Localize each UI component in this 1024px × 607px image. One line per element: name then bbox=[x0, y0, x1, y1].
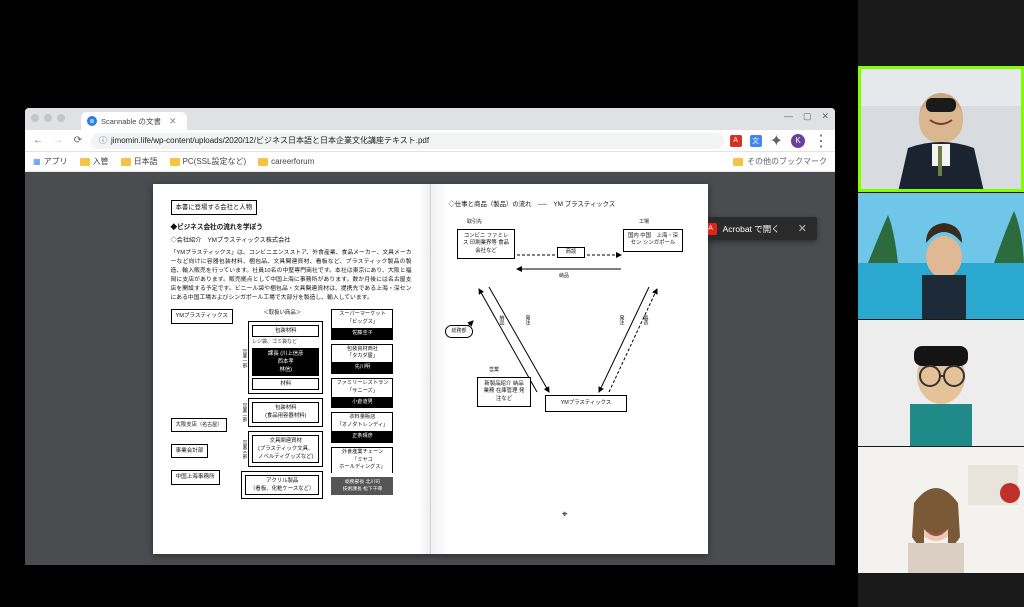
org-dept-box: 事業会計部 bbox=[171, 444, 209, 458]
edge-label: 製造 bbox=[641, 315, 649, 325]
folder-icon bbox=[121, 158, 131, 166]
participant-tile[interactable] bbox=[858, 320, 1024, 446]
org-office-box: 中国上海事務所 bbox=[171, 470, 220, 484]
participant-video-1 bbox=[858, 66, 1024, 192]
folder-icon bbox=[258, 158, 268, 166]
folder-icon bbox=[170, 158, 180, 166]
participants-panel bbox=[858, 0, 1024, 607]
org-chart: YMプラスティックス 大阪支店（名古屋） 事業会計部 中国上海事務所 ＜取扱い商… bbox=[171, 309, 412, 499]
window-maximize-icon[interactable]: ▢ bbox=[803, 111, 812, 122]
company-paragraph: 「YMプラスティックス」は、コンビニエンスストア、外食産業、食品メーカー、文具メ… bbox=[171, 249, 412, 303]
company-intro-line: ◇会社紹介 YMプラスティックス株式会社 bbox=[171, 236, 412, 245]
extensions-menu-icon[interactable]: ✦ bbox=[770, 131, 783, 151]
folder-icon bbox=[733, 158, 743, 166]
toolbar-extensions: A 文 ✦ K ⋮ bbox=[730, 131, 829, 151]
org-branch-box: 大阪支店（名古屋） bbox=[171, 418, 228, 433]
acrobat-chip-label: Acrobat で開く bbox=[723, 223, 780, 235]
folder-icon bbox=[80, 158, 90, 166]
box-header: 営業 bbox=[489, 367, 499, 375]
box-header: 取引先 bbox=[467, 219, 482, 227]
other-bookmarks-button[interactable]: その他のブックマーク bbox=[733, 156, 827, 167]
edge-label: 納品 bbox=[559, 273, 569, 281]
forward-button[interactable]: → bbox=[51, 134, 65, 148]
participant-video-2 bbox=[858, 193, 1024, 319]
section-header-box: 本書に登場する会社と人物 bbox=[171, 200, 258, 216]
browser-toolbar: ← → ⟳ ⓘ jimomin.life/wp-content/uploads/… bbox=[25, 130, 835, 152]
address-bar[interactable]: ⓘ jimomin.life/wp-content/uploads/2020/1… bbox=[91, 133, 724, 149]
flow-box-clients: コンビニ ファミレス 印刷業界等 食品会社など bbox=[457, 229, 515, 259]
flow-box-negotiation: 商談 bbox=[557, 247, 585, 258]
bookmark-folder[interactable]: 入管 bbox=[80, 156, 109, 167]
bookmark-folder[interactable]: careerforum bbox=[258, 157, 314, 166]
site-info-icon[interactable]: ⓘ bbox=[99, 135, 107, 146]
edge-label: 発注 bbox=[523, 315, 531, 325]
url-text: jimomin.life/wp-content/uploads/2020/12/… bbox=[111, 135, 429, 146]
shared-screen-area: ⊛ Scannable の文書 ✕ — ▢ ✕ ← → ⟳ ⓘ jimomin.… bbox=[0, 0, 858, 607]
pdf-viewer[interactable]: A Acrobat で開く ✕ 本書に登場する会社と人物 ◆ビジネス会社の流れを… bbox=[25, 172, 835, 565]
pdf-page-spread: 本書に登場する会社と人物 ◆ビジネス会社の流れを学ぼう ◇会社紹介 YMプラステ… bbox=[153, 184, 708, 554]
profile-avatar-icon[interactable]: K bbox=[791, 134, 805, 148]
bookmark-folder[interactable]: PC(SSL設定など) bbox=[170, 156, 247, 167]
box-header: 工場 bbox=[639, 219, 649, 227]
pdf-right-page: ◇仕事と商品（製品）の流れ ── YM プラスティックス bbox=[431, 184, 708, 554]
flow-box-sales: 新製品紹介 納品業務 在庫管理 発注など bbox=[477, 377, 531, 407]
bookmark-folder[interactable]: 日本語 bbox=[121, 156, 158, 167]
section-subtitle: ◆ビジネス会社の流れを学ぼう bbox=[171, 223, 412, 233]
flow-box-factories: 国内 中国 上海・深セン シンガポール bbox=[623, 229, 683, 252]
flow-title: ◇仕事と商品（製品）の流れ ── YM プラスティックス bbox=[449, 200, 690, 210]
tab-title: Scannable の文書 bbox=[101, 116, 161, 127]
apps-button[interactable]: ▦アプリ bbox=[33, 156, 68, 167]
products-heading: ＜取扱い商品＞ bbox=[241, 309, 323, 317]
browser-tab[interactable]: ⊛ Scannable の文書 ✕ bbox=[81, 112, 187, 130]
window-close-icon[interactable]: ✕ bbox=[821, 111, 829, 122]
back-button[interactable]: ← bbox=[31, 134, 45, 148]
bookmarks-bar: ▦アプリ 入管 日本語 PC(SSL設定など) careerforum その他の… bbox=[25, 152, 835, 172]
participant-tile[interactable] bbox=[858, 193, 1024, 319]
org-group-2: 営業二部 包装材料 (食品用容器材料) bbox=[241, 398, 323, 426]
acrobat-open-chip[interactable]: A Acrobat で開く ✕ bbox=[695, 217, 817, 240]
org-group-1: 営業一部 包装材料 レジ袋、ゴミ袋など 課長 (川上信彦 西本孝 林信) 材料 bbox=[241, 321, 323, 394]
translate-extension-icon[interactable]: 文 bbox=[750, 135, 762, 147]
org-clients-column: スーパーマーケット 「ビッグス」佐藤圭子 包装資材商社 「タカダ屋」先川明 ファ… bbox=[331, 309, 393, 499]
flow-diagram: 取引先 コンビニ ファミレス 印刷業界等 食品会社など 商談 工場 国内 中国 … bbox=[449, 217, 689, 467]
browser-tab-strip: ⊛ Scannable の文書 ✕ — ▢ ✕ bbox=[25, 108, 835, 130]
traffic-lights bbox=[31, 114, 65, 122]
participant-tile[interactable] bbox=[858, 447, 1024, 573]
adobe-extension-icon[interactable]: A bbox=[730, 135, 742, 147]
browser-menu-icon[interactable]: ⋮ bbox=[813, 131, 829, 151]
zoom-viewport: ⊛ Scannable の文書 ✕ — ▢ ✕ ← → ⟳ ⓘ jimomin.… bbox=[0, 0, 1024, 607]
participant-video-4 bbox=[858, 447, 1024, 573]
participant-tile[interactable] bbox=[858, 66, 1024, 192]
window-controls: — ▢ ✕ bbox=[784, 111, 829, 122]
window-minimize-icon[interactable]: — bbox=[784, 111, 793, 122]
flow-box-side: 総務部 bbox=[445, 325, 473, 338]
flow-box-company: YMプラスティックス bbox=[545, 395, 627, 412]
org-root: YMプラスティックス bbox=[171, 309, 234, 323]
participant-video-3 bbox=[858, 320, 1024, 446]
edge-label: 発注 bbox=[617, 315, 625, 325]
edge-label: 納品 bbox=[497, 315, 505, 325]
org-group-3: 営業三部 文具関連資材 (プラスティック文具、 ノベルティグッズなど) bbox=[241, 431, 323, 467]
tab-favicon-icon: ⊛ bbox=[87, 116, 97, 126]
cursor-icon: ⌖ bbox=[562, 507, 568, 522]
org-group-4: アクリル製品 （看板、化粧ケースなど） bbox=[241, 471, 323, 499]
pdf-left-page: 本書に登場する会社と人物 ◆ビジネス会社の流れを学ぼう ◇会社紹介 YMプラステ… bbox=[153, 184, 431, 554]
tab-close-icon[interactable]: ✕ bbox=[169, 116, 177, 127]
reload-button[interactable]: ⟳ bbox=[71, 134, 85, 148]
acrobat-chip-close-icon[interactable]: ✕ bbox=[798, 222, 807, 235]
browser-window: ⊛ Scannable の文書 ✕ — ▢ ✕ ← → ⟳ ⓘ jimomin.… bbox=[25, 108, 835, 565]
